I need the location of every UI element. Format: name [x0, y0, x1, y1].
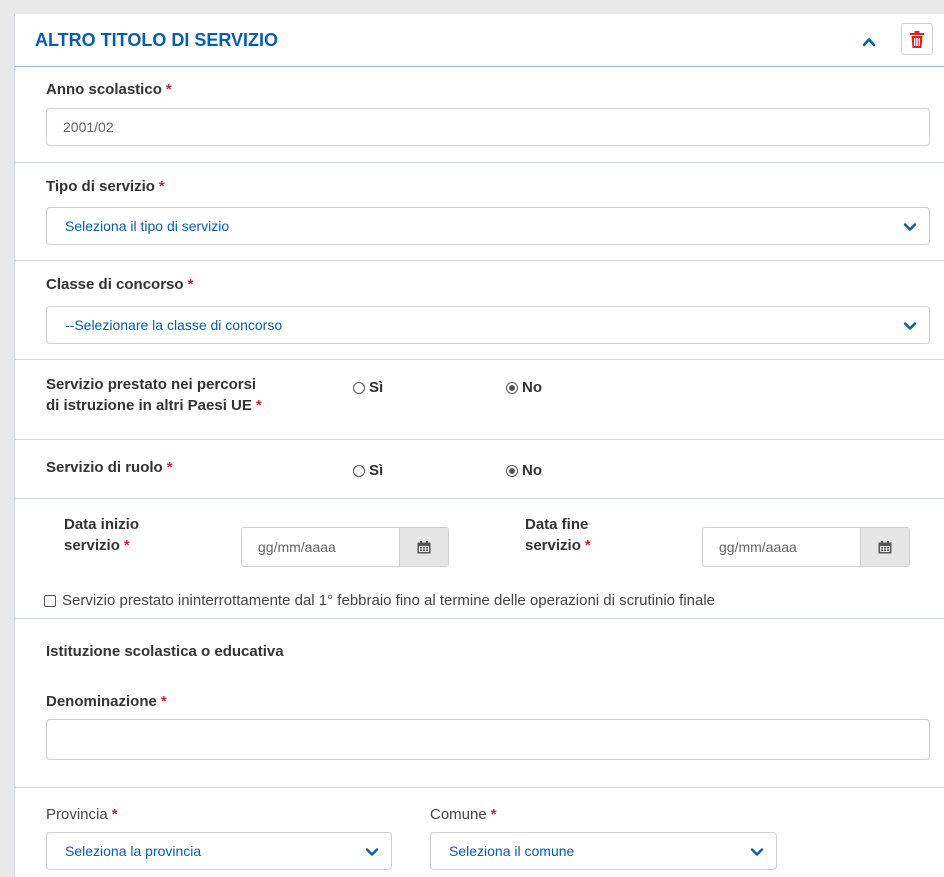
anno-label: Anno scolastico *	[46, 81, 172, 98]
comune-selected: Seleziona il comune	[449, 843, 575, 859]
required-marker: *	[166, 459, 173, 476]
radio-circle	[353, 381, 365, 394]
section-luogo: Provincia * Seleziona la provincia Comune…	[15, 788, 944, 877]
provincia-selected: Seleziona la provincia	[65, 843, 202, 859]
checkbox-box[interactable]	[44, 594, 56, 607]
ruolo-label: Servizio di ruolo *	[46, 459, 173, 476]
ruolo-no-label: No	[522, 462, 542, 479]
tipo-selected: Seleziona il tipo di servizio	[65, 218, 230, 234]
istituzione-heading: Istituzione scolastica o educativa	[46, 643, 284, 660]
denominazione-label: Denominazione *	[46, 693, 167, 710]
section-ue: Servizio prestato nei percorsi di istruz…	[15, 360, 944, 440]
data-fine-line1: Data fine	[525, 516, 589, 533]
data-inizio-line1: Data inizio	[64, 516, 140, 533]
card-header: ALTRO TITOLO DI SERVIZIO	[15, 14, 944, 67]
ruolo-radio-yes[interactable]: Sì	[353, 462, 383, 479]
data-fine-label: Data fine servizio *	[525, 514, 591, 556]
required-marker: *	[490, 806, 497, 823]
ue-label-line2: di istruzione in altri Paesi UE	[46, 397, 252, 414]
ruolo-yes-label: Sì	[369, 462, 384, 479]
provincia-select[interactable]: Seleziona la provincia	[46, 832, 392, 870]
ue-yes-label: Sì	[369, 379, 384, 396]
radio-circle	[353, 464, 365, 477]
card-title: ALTRO TITOLO DI SERVIZIO	[35, 30, 279, 50]
chevron-down-icon	[903, 322, 917, 330]
service-card: ALTRO TITOLO DI SERVIZIO Anno scolastico…	[14, 14, 944, 877]
data-inizio-input[interactable]: gg/mm/aaaa	[241, 527, 449, 567]
calendar-icon[interactable]	[399, 528, 448, 566]
classe-selected: --Selezionare la classe di concorso	[65, 317, 283, 333]
tipo-select[interactable]: Seleziona il tipo di servizio	[46, 207, 930, 245]
comune-select[interactable]: Seleziona il comune	[430, 832, 777, 870]
classe-label-text: Classe di concorso	[46, 276, 184, 293]
chevron-up-icon[interactable]	[861, 34, 877, 50]
classe-label: Classe di concorso *	[46, 276, 193, 293]
denominazione-input[interactable]	[46, 719, 930, 760]
required-marker: *	[111, 806, 118, 823]
chevron-down-icon	[903, 223, 917, 231]
classe-select[interactable]: --Selezionare la classe di concorso	[46, 306, 930, 344]
checkbox-label: Servizio prestato ininterrottamente dal …	[62, 592, 716, 609]
data-fine-line2: servizio	[525, 537, 581, 554]
continuous-service-checkbox[interactable]: Servizio prestato ininterrottamente dal …	[44, 592, 715, 609]
data-fine-placeholder: gg/mm/aaaa	[719, 539, 797, 555]
section-classe: Classe di concorso * --Selezionare la cla…	[15, 261, 944, 360]
comune-label-text: Comune	[430, 806, 487, 823]
section-date: Data inizio servizio * gg/mm/aaaa Data fi…	[15, 499, 944, 619]
chevron-down-icon	[365, 848, 379, 856]
ruolo-label-text: Servizio di ruolo	[46, 459, 163, 476]
anno-label-text: Anno scolastico	[46, 81, 162, 98]
data-fine-input[interactable]: gg/mm/aaaa	[702, 527, 910, 567]
provincia-label-text: Provincia	[46, 806, 108, 823]
denominazione-label-text: Denominazione	[46, 693, 157, 710]
section-anno: Anno scolastico * 2001/02	[15, 66, 944, 163]
provincia-label: Provincia *	[46, 806, 118, 823]
required-marker: *	[160, 693, 167, 710]
anno-value: 2001/02	[63, 119, 114, 135]
section-tipo: Tipo di servizio * Seleziona il tipo di s…	[15, 163, 944, 261]
section-ruolo: Servizio di ruolo * Sì No	[15, 440, 944, 499]
ruolo-radio-no[interactable]: No	[506, 462, 542, 479]
trash-icon	[910, 30, 924, 48]
data-inizio-label: Data inizio servizio *	[64, 514, 139, 556]
ue-radio-yes[interactable]: Sì	[353, 379, 383, 396]
anno-input[interactable]: 2001/02	[46, 108, 930, 146]
required-marker: *	[584, 537, 591, 554]
required-marker: *	[255, 397, 262, 414]
required-marker: *	[165, 81, 172, 98]
required-marker: *	[123, 537, 130, 554]
ue-label: Servizio prestato nei percorsi di istruz…	[46, 374, 262, 416]
chevron-down-icon	[750, 848, 764, 856]
ue-no-label: No	[522, 379, 542, 396]
delete-button[interactable]	[901, 23, 933, 55]
section-istituzione: Istituzione scolastica o educativa Denom…	[15, 619, 944, 788]
calendar-icon[interactable]	[860, 528, 909, 566]
comune-label: Comune *	[430, 806, 497, 823]
ue-label-line1: Servizio prestato nei percorsi	[46, 376, 257, 393]
ue-radio-no[interactable]: No	[506, 379, 542, 396]
data-inizio-placeholder: gg/mm/aaaa	[258, 539, 336, 555]
radio-circle-selected	[506, 381, 518, 394]
tipo-label: Tipo di servizio *	[46, 178, 165, 195]
required-marker: *	[158, 178, 165, 195]
data-inizio-line2: servizio	[64, 537, 120, 554]
required-marker: *	[187, 276, 194, 293]
radio-circle-selected	[506, 464, 518, 477]
tipo-label-text: Tipo di servizio	[46, 178, 155, 195]
